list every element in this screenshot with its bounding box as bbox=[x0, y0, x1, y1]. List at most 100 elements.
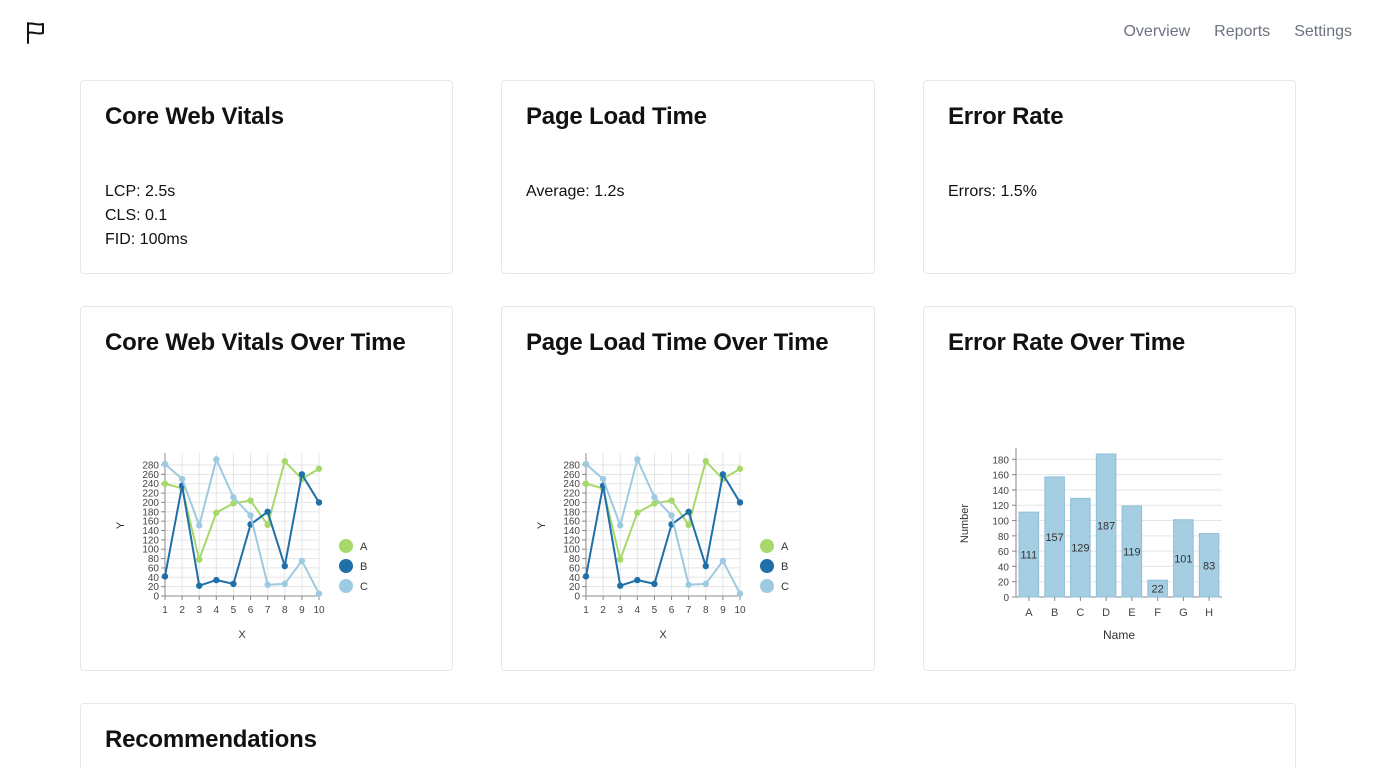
data-point-c bbox=[281, 580, 288, 588]
data-point-a bbox=[617, 556, 624, 563]
page-load-time-line-chart: 0204060801001201401601802002202402602801… bbox=[536, 453, 789, 641]
x-tick-label: 3 bbox=[617, 605, 623, 616]
data-point-a bbox=[685, 521, 692, 529]
card-title: Page Load Time bbox=[526, 103, 707, 130]
x-tick-label: 1 bbox=[583, 605, 589, 616]
y-tick-label: 220 bbox=[563, 489, 580, 500]
y-tick-label: 200 bbox=[142, 498, 159, 509]
x-tick-label: 2 bbox=[600, 605, 606, 616]
x-tick-label: 5 bbox=[231, 605, 237, 616]
x-tick-label: 10 bbox=[313, 605, 325, 616]
y-tick-label: 180 bbox=[992, 455, 1009, 466]
bar-value-label: 187 bbox=[1097, 521, 1115, 533]
error-rate-card: Error Rate Errors: 1.5% bbox=[923, 80, 1296, 274]
x-tick-label: 5 bbox=[652, 605, 658, 616]
x-tick-label: A bbox=[1025, 607, 1033, 619]
nav-reports[interactable]: Reports bbox=[1214, 22, 1270, 42]
y-tick-label: 280 bbox=[142, 461, 159, 472]
core-web-vitals-card: Core Web Vitals LCP: 2.5s CLS: 0.1 FID: … bbox=[80, 80, 453, 274]
y-tick-label: 200 bbox=[563, 498, 580, 509]
x-tick-label: 4 bbox=[635, 605, 641, 616]
data-point-c bbox=[178, 475, 186, 483]
nav-overview[interactable]: Overview bbox=[1123, 22, 1190, 42]
data-point-a bbox=[736, 465, 744, 472]
y-tick-label: 120 bbox=[563, 535, 580, 546]
core-web-vitals-line-chart: 0204060801001201401601802002202402602801… bbox=[115, 453, 368, 641]
x-tick-label: 9 bbox=[299, 605, 305, 616]
bar-value-label: 129 bbox=[1071, 543, 1089, 555]
data-point-c bbox=[230, 494, 237, 501]
data-point-a bbox=[247, 497, 254, 504]
flag-icon[interactable] bbox=[25, 21, 47, 45]
data-point-a bbox=[702, 458, 709, 465]
error-rate-value: Errors: 1.5% bbox=[948, 183, 1037, 200]
data-point-c bbox=[264, 581, 271, 588]
data-point-c bbox=[213, 456, 220, 463]
data-point-a bbox=[668, 497, 675, 504]
x-tick-label: C bbox=[1076, 607, 1084, 619]
top-bar: Overview Reports Settings bbox=[0, 0, 1376, 64]
y-tick-label: 160 bbox=[992, 471, 1009, 482]
data-point-c bbox=[247, 512, 254, 519]
card-title: Error Rate bbox=[948, 103, 1064, 130]
data-point-a bbox=[315, 465, 323, 472]
y-tick-label: 280 bbox=[563, 461, 580, 472]
legend-swatch-c bbox=[339, 579, 353, 593]
card-title: Recommendations bbox=[105, 726, 317, 753]
data-point-b bbox=[213, 576, 220, 584]
data-point-b bbox=[230, 580, 237, 588]
x-tick-label: H bbox=[1205, 607, 1213, 619]
data-point-c bbox=[298, 557, 306, 565]
x-tick-label: G bbox=[1179, 607, 1188, 619]
x-tick-label: 7 bbox=[265, 605, 271, 616]
data-point-b bbox=[685, 508, 692, 515]
chart-content: 0204060801001201401601802002202402602801… bbox=[115, 453, 368, 641]
y-tick-label: 100 bbox=[992, 517, 1009, 528]
data-point-b bbox=[634, 576, 641, 584]
x-tick-label: 7 bbox=[686, 605, 692, 616]
fid-value: FID: 100ms bbox=[105, 231, 188, 248]
core-web-vitals-chart-card: Core Web Vitals Over Time 0 20 40 60 80 100 12… bbox=[80, 306, 453, 671]
chart-content: 0 20 40 60 80 100 120 140 160 180 111 A 157 B 129 C 187 D… bbox=[959, 448, 1222, 642]
data-point-b bbox=[651, 580, 658, 588]
legend-swatch-b bbox=[339, 559, 353, 573]
data-point-b bbox=[298, 471, 306, 478]
y-tick-label: 120 bbox=[142, 535, 159, 546]
data-point-c bbox=[196, 522, 203, 529]
y-tick-label: 40 bbox=[998, 562, 1010, 573]
data-point-b bbox=[315, 499, 323, 506]
y-tick-label: 220 bbox=[142, 489, 159, 500]
x-tick-label: 10 bbox=[734, 605, 746, 616]
data-point-b bbox=[161, 573, 169, 580]
x-axis-title: X bbox=[659, 629, 667, 641]
data-point-c bbox=[599, 475, 607, 483]
legend-label-c: C bbox=[360, 581, 368, 593]
bar-value-label: 157 bbox=[1045, 532, 1063, 544]
data-point-a bbox=[281, 458, 288, 465]
nav-settings[interactable]: Settings bbox=[1294, 22, 1352, 42]
y-tick-label: 60 bbox=[998, 547, 1010, 558]
x-tick-label: F bbox=[1154, 607, 1161, 619]
data-point-c bbox=[161, 460, 169, 468]
data-point-c bbox=[617, 522, 624, 529]
error-values: Errors: 1.5% bbox=[948, 180, 1037, 204]
data-point-a bbox=[196, 556, 203, 563]
data-point-c bbox=[634, 456, 641, 463]
plot-area: 0204060801001201401601802002202402602801… bbox=[142, 453, 325, 616]
y-tick-label: 60 bbox=[148, 563, 160, 574]
page-load-time-card: Page Load Time Average: 1.2s bbox=[501, 80, 875, 274]
data-point-b bbox=[719, 471, 727, 478]
y-tick-label: 60 bbox=[569, 563, 581, 574]
error-rate-chart-card: Error Rate Over Time 0 20 40 60 80 100 120 140 1… bbox=[923, 306, 1296, 671]
y-tick-label: 80 bbox=[569, 554, 581, 565]
x-tick-label: B bbox=[1051, 607, 1058, 619]
legend-label-b: B bbox=[781, 561, 788, 573]
plot-area: 0204060801001201401601802002202402602801… bbox=[563, 453, 746, 616]
legend-label-a: A bbox=[781, 541, 789, 553]
x-tick-label: 9 bbox=[720, 605, 726, 616]
main-nav: Overview Reports Settings bbox=[1123, 22, 1352, 42]
x-tick-label: 8 bbox=[703, 605, 709, 616]
data-point-b bbox=[736, 499, 744, 506]
x-tick-label: 6 bbox=[669, 605, 675, 616]
data-point-c bbox=[702, 580, 709, 588]
